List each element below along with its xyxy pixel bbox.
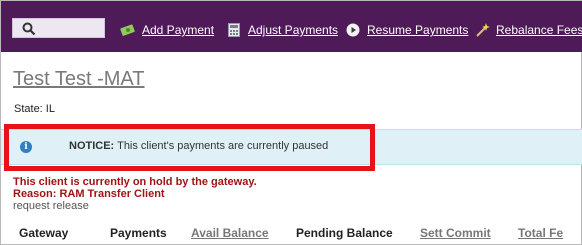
magic-wand-icon: [474, 22, 490, 38]
resume-payments-link[interactable]: Resume Payments: [345, 21, 468, 39]
request-release-link[interactable]: request release: [13, 200, 89, 212]
col-total-fees[interactable]: Total Fe: [518, 226, 563, 240]
col-avail-balance[interactable]: Avail Balance: [191, 226, 269, 240]
col-gateway: Gateway: [19, 226, 69, 240]
resume-payments-label: Resume Payments: [367, 23, 469, 37]
client-name-link[interactable]: Test Test -MAT: [13, 68, 145, 91]
col-pending-balance: Pending Balance: [296, 226, 393, 240]
adjust-payments-link[interactable]: Adjust Payments: [226, 21, 338, 39]
rebalance-fees-link[interactable]: Rebalance Fees: [474, 21, 582, 39]
calculator-icon: [226, 22, 242, 38]
payments-table-header: Gateway Payments Avail Balance Pending B…: [1, 226, 582, 245]
add-payment-link[interactable]: Add Payment: [120, 21, 214, 39]
add-payment-label: Add Payment: [142, 23, 215, 37]
hold-status: This client is currently on hold by the …: [13, 176, 257, 188]
search-input[interactable]: [12, 18, 105, 38]
play-icon: [345, 22, 361, 38]
hold-reason: Reason: RAM Transfer Client: [13, 188, 165, 200]
client-state: State: IL: [14, 103, 55, 115]
rebalance-fees-label: Rebalance Fees: [496, 23, 582, 37]
money-icon: [120, 22, 136, 38]
top-toolbar: Add Payment Adjust Payments Resume Payme…: [1, 1, 582, 52]
notice-highlight-box: [4, 124, 375, 171]
search-icon: [22, 22, 36, 36]
col-payments: Payments: [110, 226, 167, 240]
col-sett-commit[interactable]: Sett Commit: [420, 226, 491, 240]
adjust-payments-label: Adjust Payments: [248, 23, 339, 37]
